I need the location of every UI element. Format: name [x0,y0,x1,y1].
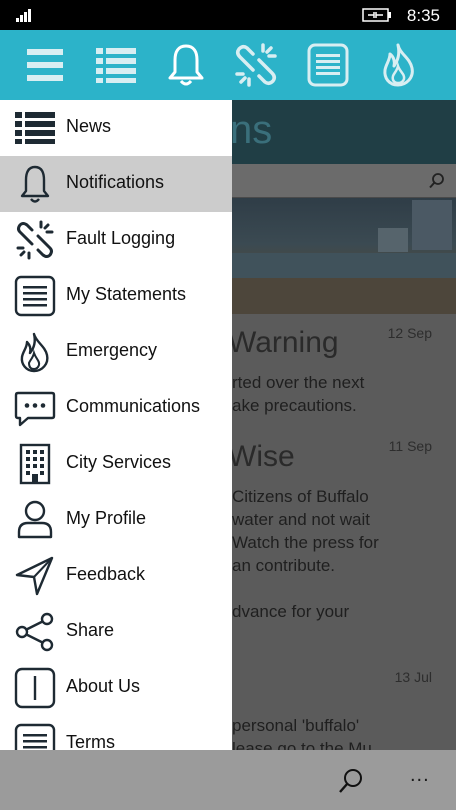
news-date: 13 Jul [394,669,432,685]
menu-item-label: Fault Logging [66,228,176,248]
menu-item-share[interactable]: Share [0,604,232,660]
menu-item-about-us[interactable]: About Us [0,660,232,716]
search-icon[interactable] [428,172,446,190]
news-body: Citizens of Buffalo water and not wait W… [232,487,379,621]
news-title[interactable]: Warning [232,326,339,360]
menu-item-emergency[interactable]: Emergency [0,324,232,380]
menu-item-communications[interactable]: Communications [0,380,232,436]
menu-item-label: About Us [66,676,141,696]
menu-item-label: Communications [66,396,201,416]
statement-icon [14,275,56,317]
fire-icon [14,331,56,373]
more-button[interactable]: ... [410,764,430,787]
share-icon [14,611,56,653]
info-icon [14,667,56,709]
terms-icon [14,723,56,750]
menu-item-label: My Statements [66,284,187,304]
news-date: 11 Sep [388,438,432,454]
news-date: 12 Sep [387,325,432,341]
menu-item-terms[interactable]: Terms [0,716,232,750]
signal-icon [16,9,36,22]
menu-item-my-statements[interactable]: My Statements [0,268,232,324]
menu-item-my-profile[interactable]: My Profile [0,492,232,548]
broken-link-icon [14,219,56,261]
broken-link-icon[interactable] [229,38,283,92]
news-title[interactable]: Wise [232,440,295,474]
list-icon[interactable] [89,38,143,92]
menu-item-news[interactable]: News [0,100,232,156]
person-icon [14,499,56,541]
building-icon [14,443,56,485]
bell-icon [14,163,56,205]
send-arrow-icon [14,555,56,597]
menu-item-fault-logging[interactable]: Fault Logging [0,212,232,268]
navigation-menu: News Notifications Fault Logging My Stat… [0,100,232,750]
menu-item-label: Notifications [66,172,165,192]
clock: 8:35 [406,6,440,25]
search-icon[interactable] [336,766,366,796]
fire-icon[interactable] [372,38,426,92]
menu-item-notifications[interactable]: Notifications [0,156,232,212]
menu-item-feedback[interactable]: Feedback [0,548,232,604]
menu-item-label: Terms [66,732,115,750]
search-box[interactable] [232,164,456,198]
menu-item-label: Share [66,620,115,640]
battery-charging-icon [362,8,391,22]
top-icon-bar [0,30,456,100]
menu-item-label: My Profile [66,508,147,528]
menu-item-label: News [66,116,112,136]
bell-icon[interactable] [159,38,213,92]
news-body: personal 'buffalo' lease go to the Mu [232,716,372,750]
page-title: ns [232,108,273,152]
background-page: ns Warning 12 Sep rted over the next ake… [232,100,456,750]
chat-bubble-icon [14,387,56,429]
statement-icon[interactable] [301,38,355,92]
menu-icon[interactable] [18,38,72,92]
menu-item-label: City Services [66,452,172,472]
page-header: ns [232,100,456,164]
news-image [232,198,456,314]
news-list-icon [14,107,56,149]
menu-item-label: Emergency [66,340,158,360]
menu-item-city-services[interactable]: City Services [0,436,232,492]
app-bar: ... [0,750,456,810]
status-bar: 8:35 [0,0,456,30]
news-body: rted over the next ake precautions. [232,373,365,415]
menu-item-label: Feedback [66,564,146,584]
